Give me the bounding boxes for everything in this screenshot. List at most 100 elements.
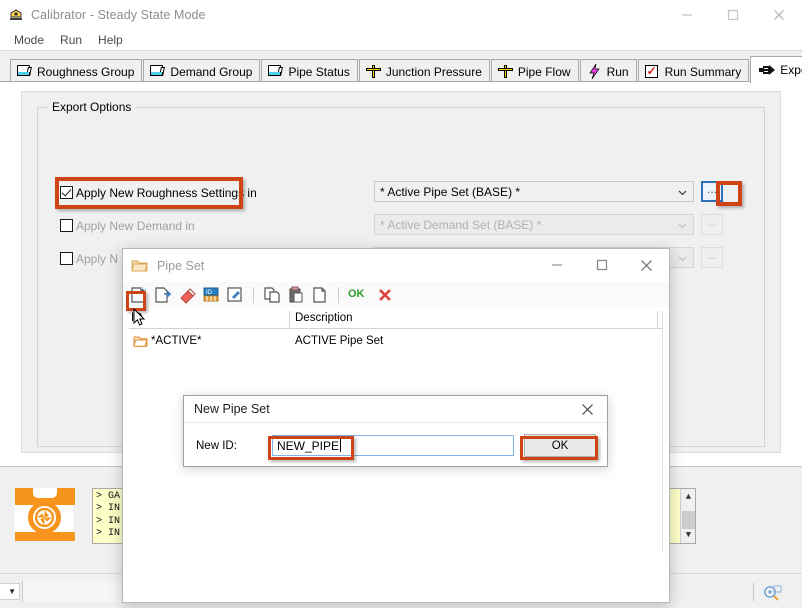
window-title: Calibrator - Steady State Mode — [31, 8, 206, 22]
pointing-hand-icon — [759, 63, 776, 78]
tab-run-summary[interactable]: ✓ Run Summary — [637, 59, 750, 83]
browse-label: ... — [706, 182, 717, 196]
tab-roughness-group[interactable]: Roughness Group — [10, 59, 143, 83]
window-controls — [664, 0, 802, 30]
checkbox-apply-new-roughness[interactable] — [60, 186, 73, 199]
open-copy-icon[interactable] — [153, 285, 173, 305]
ok-label: OK — [551, 439, 569, 452]
status-combo[interactable]: ▼ — [0, 583, 20, 600]
chevron-down-icon: ▼ — [8, 587, 16, 596]
chevron-down-icon — [678, 254, 687, 263]
report-icon: ✓ — [644, 64, 658, 78]
tab-label: Pipe Status — [288, 64, 350, 79]
option-label: Apply New Roughness Settings in — [76, 185, 257, 200]
junction-icon — [497, 64, 514, 79]
chevron-down-icon — [678, 188, 687, 197]
checkbox-apply-new-third[interactable] — [60, 252, 73, 265]
ok-button[interactable]: OK — [524, 434, 596, 457]
chevron-down-icon — [678, 221, 687, 230]
status-divider — [753, 583, 754, 601]
close-icon[interactable] — [567, 396, 607, 422]
copy-icon[interactable] — [262, 285, 282, 305]
tab-demand-group[interactable]: Demand Group — [143, 59, 261, 83]
pipe-set-list-header: ID Description — [129, 311, 663, 329]
log-line: > IN — [96, 515, 121, 527]
browse-label: ... — [706, 215, 717, 229]
red-x-icon[interactable] — [375, 285, 395, 305]
maximize-icon[interactable] — [710, 0, 756, 30]
duplicate-icon[interactable] — [310, 285, 330, 305]
maximize-icon[interactable] — [579, 249, 624, 281]
scroll-down-arrow[interactable]: ▼ — [681, 527, 695, 543]
pipe-set-combo[interactable]: * Active Pipe Set (BASE) * — [374, 181, 694, 202]
tab-run[interactable]: Run — [579, 59, 637, 83]
ok-text-icon[interactable]: OK — [347, 285, 371, 305]
calibrator-icon — [8, 7, 24, 23]
demand-set-combo: * Active Demand Set (BASE) * — [374, 214, 694, 235]
combo-value: * Active Demand Set (BASE) * — [380, 217, 542, 232]
tab-label: Roughness Group — [37, 64, 135, 79]
menu-item-help[interactable]: Help — [90, 31, 131, 49]
folder-icon — [16, 64, 33, 79]
tab-junction-pressure[interactable]: Junction Pressure — [358, 59, 490, 83]
tab-label: Junction Pressure — [385, 64, 482, 79]
new-pipe-set-dialog-title: New Pipe Set — [194, 402, 270, 416]
edit-pencil-icon[interactable] — [225, 285, 245, 305]
zoom-in-icon[interactable] — [762, 584, 784, 602]
row-description: ACTIVE Pipe Set — [295, 335, 384, 347]
application-window: Calibrator - Steady State Mode Mode Run … — [0, 0, 802, 608]
scroll-up-arrow[interactable]: ▲ — [681, 489, 695, 505]
log-line: > GA — [96, 491, 121, 502]
svg-text:ID: ID — [206, 290, 213, 296]
eraser-icon[interactable] — [177, 285, 197, 305]
paste-icon[interactable] — [286, 285, 306, 305]
column-header-description[interactable]: Description — [295, 312, 353, 324]
toolbar-separator — [338, 286, 339, 303]
tab-pipe-flow[interactable]: Pipe Flow — [490, 59, 579, 83]
new-pipe-set-dialog: New Pipe Set New ID: NEW_PIPE OK — [183, 395, 608, 467]
log-line: > IN — [96, 503, 121, 515]
tab-label: Run Summary — [664, 64, 742, 79]
junction-icon — [365, 64, 382, 79]
close-icon[interactable] — [624, 249, 669, 281]
folder-icon — [149, 64, 166, 79]
pipe-set-title-bar[interactable]: Pipe Set — [123, 249, 669, 282]
log-scrollbar[interactable]: ▲ ▼ — [680, 489, 695, 543]
pipe-set-dialog-title: Pipe Set — [157, 258, 205, 273]
demand-set-browse-button: ... — [701, 214, 723, 235]
tab-export-results[interactable]: Export Results — [750, 56, 802, 83]
toolbar-separator — [253, 286, 254, 303]
id-renumber-icon[interactable]: ID — [201, 285, 221, 305]
minimize-icon[interactable] — [664, 0, 710, 30]
new-pipe-set-title-bar[interactable]: New Pipe Set — [184, 396, 607, 423]
checkbox-apply-new-demand[interactable] — [60, 219, 73, 232]
text-caret — [340, 439, 342, 452]
option-label: Apply New Demand in — [76, 218, 195, 233]
lightning-icon — [586, 64, 603, 79]
folder-icon — [133, 335, 148, 348]
minimize-icon[interactable] — [534, 249, 579, 281]
new-id-value: NEW_PIPE — [277, 438, 340, 453]
new-document-icon[interactable] — [129, 285, 149, 305]
new-id-input[interactable]: NEW_PIPE — [272, 435, 514, 456]
option-row-roughness[interactable]: Apply New Roughness Settings in — [60, 183, 257, 202]
folder-icon — [267, 64, 284, 79]
new-id-label: New ID: — [196, 440, 237, 452]
folder-icon — [131, 258, 149, 273]
option-row-demand[interactable]: Apply New Demand in — [60, 216, 195, 235]
mouse-cursor — [133, 307, 147, 331]
table-row[interactable]: *ACTIVE* ACTIVE Pipe Set — [129, 333, 663, 353]
title-bar: Calibrator - Steady State Mode — [0, 0, 802, 30]
row-id: *ACTIVE* — [151, 335, 202, 347]
group-title: Export Options — [48, 100, 136, 114]
tab-label: Pipe Flow — [517, 64, 571, 79]
option-row-third[interactable]: Apply N — [60, 249, 118, 268]
pipe-set-browse-button[interactable]: ... — [701, 181, 723, 202]
menu-item-run[interactable]: Run — [52, 31, 90, 49]
option-label: Apply N — [76, 251, 119, 266]
tab-strip: Roughness Group Demand Group Pipe Status… — [0, 50, 802, 83]
close-icon[interactable] — [756, 0, 802, 30]
menu-bar: Mode Run Help — [0, 30, 802, 50]
tab-pipe-status[interactable]: Pipe Status — [261, 59, 358, 83]
menu-item-mode[interactable]: Mode — [6, 31, 52, 49]
